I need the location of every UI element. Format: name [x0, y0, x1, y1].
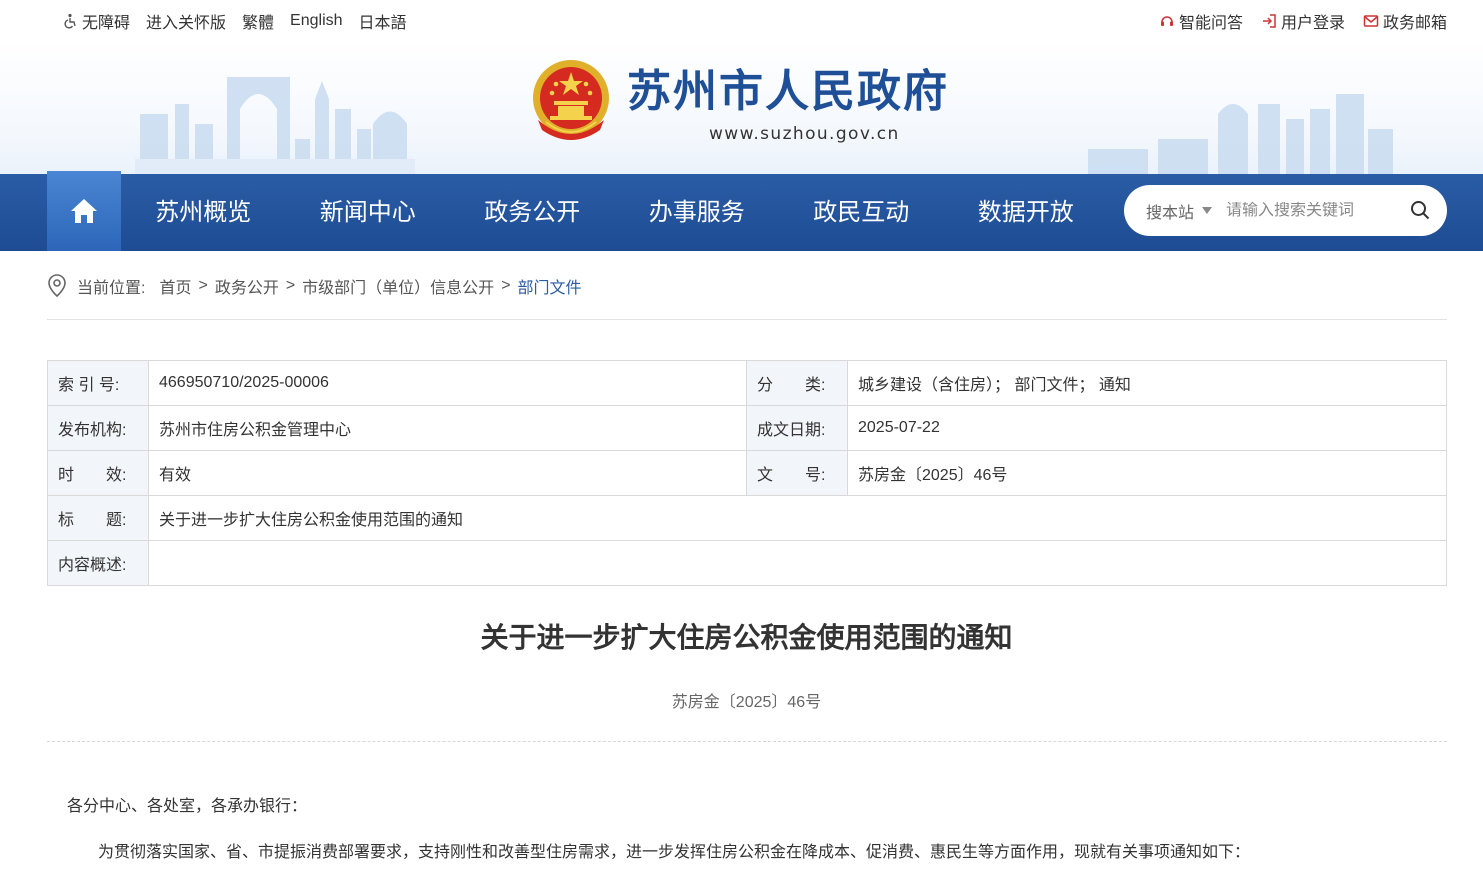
article-divider — [47, 741, 1447, 742]
breadcrumb-dept-docs[interactable]: 部门文件 — [518, 274, 582, 298]
headset-icon — [1160, 16, 1173, 26]
site-title: 苏州市人民政府 — [627, 67, 949, 116]
breadcrumb-home[interactable]: 首页 — [159, 274, 191, 298]
article-salutation: 各分中心、各处室，各承办银行： — [67, 798, 308, 815]
care-mode-label: 进入关怀版 — [146, 15, 227, 32]
article-title: 关于进一步扩大住房公积金使用范围的通知 — [480, 622, 1013, 653]
subject-value: 关于进一步扩大住房公积金使用范围的通知 — [148, 495, 1447, 541]
city-skyline-left — [135, 77, 415, 174]
smart-qa-label: 智能问答 — [1178, 15, 1243, 32]
breadcrumb-dept-info[interactable]: 市级部门（单位）信息公开 — [302, 274, 494, 298]
category-label: 分 类: — [746, 360, 848, 406]
nav-item-news[interactable]: 新闻中心 — [286, 174, 451, 251]
date-value: 2025-07-22 — [847, 405, 1447, 451]
gov-mail-label: 政务邮箱 — [1382, 15, 1447, 32]
japanese-link[interactable]: 日本語 — [359, 9, 407, 33]
traditional-chinese-link[interactable]: 繁體 — [242, 9, 274, 33]
main-nav: 苏州概览 新闻中心 政务公开 办事服务 政民互动 数据开放 搜本站 — [0, 171, 1483, 251]
category-value: 城乡建设（含住房）； 部门文件； 通知 — [847, 360, 1447, 406]
validity-value: 有效 — [148, 450, 747, 496]
nav-menu: 苏州概览 新闻中心 政务公开 办事服务 政民互动 数据开放 — [121, 174, 1108, 251]
article-paragraph: 为贯彻落实国家、省、市提振消费部署要求，支持刚性和改善型住房需求，进一步发挥住房… — [98, 844, 1251, 861]
login-icon — [1262, 14, 1276, 28]
breadcrumb-separator: > — [501, 277, 511, 294]
top-utility-bar: 无障碍 进入关怀版 繁體 English 日本語 智能问答 用户登录 政务邮箱 — [0, 0, 1483, 40]
info-row: 标 题: 关于进一步扩大住房公积金使用范围的通知 — [47, 495, 1447, 541]
date-label: 成文日期: — [746, 405, 848, 451]
nav-item-services[interactable]: 办事服务 — [615, 174, 780, 251]
publisher-value: 苏州市住房公积金管理中心 — [148, 405, 747, 451]
accessibility-label: 无障碍 — [82, 15, 131, 32]
home-button[interactable] — [47, 171, 121, 251]
nav-item-overview[interactable]: 苏州概览 — [121, 174, 286, 251]
breadcrumb-separator: > — [285, 277, 296, 294]
index-label: 索 引 号: — [47, 360, 149, 406]
search-icon[interactable] — [1409, 199, 1431, 221]
location-pin-icon — [48, 274, 66, 298]
search-scope-label: 搜本站 — [1146, 204, 1195, 222]
user-login-link[interactable]: 用户登录 — [1261, 9, 1345, 33]
site-url: www.suzhou.gov.cn — [709, 124, 900, 144]
city-skyline-right — [1088, 94, 1393, 174]
summary-label: 内容概述: — [47, 540, 149, 586]
search-scope-dropdown[interactable]: 搜本站 — [1146, 199, 1213, 223]
info-row: 索 引 号: 466950710/2025-00006 分 类: 城乡建设（含住… — [47, 360, 1447, 406]
care-mode-link[interactable]: 进入关怀版 — [146, 9, 226, 33]
info-row: 内容概述: — [47, 540, 1447, 586]
traditional-chinese-label: 繁體 — [242, 15, 275, 32]
national-emblem-icon — [533, 60, 609, 140]
publisher-label: 发布机构: — [47, 405, 149, 451]
breadcrumb-divider — [47, 319, 1447, 320]
breadcrumb-separator: > — [198, 277, 208, 294]
breadcrumb-label: 当前位置: — [77, 280, 146, 297]
accessibility-link[interactable]: 无障碍 — [62, 9, 130, 33]
article-doc-number: 苏房金〔2025〕46号 — [671, 694, 822, 711]
top-left-links: 无障碍 进入关怀版 繁體 English 日本語 — [62, 9, 407, 33]
docno-label: 文 号: — [746, 450, 848, 496]
subject-label: 标 题: — [47, 495, 149, 541]
japanese-label: 日本語 — [358, 15, 407, 32]
summary-value — [148, 540, 1447, 586]
breadcrumb: 当前位置: 首页 > 政务公开 > 市级部门（单位）信息公开 > 部门文件 — [47, 274, 582, 298]
info-row: 时 效: 有效 文 号: 苏房金〔2025〕46号 — [47, 450, 1447, 496]
nav-item-open-data[interactable]: 数据开放 — [944, 174, 1109, 251]
english-link[interactable]: English — [290, 9, 342, 33]
wheelchair-icon — [64, 13, 76, 29]
smart-qa-link[interactable]: 智能问答 — [1159, 9, 1243, 33]
mail-icon — [1363, 15, 1379, 27]
home-icon — [71, 199, 97, 223]
validity-label: 时 效: — [47, 450, 149, 496]
site-banner: 苏州市人民政府 www.suzhou.gov.cn — [0, 40, 1483, 174]
chevron-down-icon — [1202, 207, 1213, 214]
info-row: 发布机构: 苏州市住房公积金管理中心 成文日期: 2025-07-22 — [47, 405, 1447, 451]
document-info-table: 索 引 号: 466950710/2025-00006 分 类: 城乡建设（含住… — [47, 360, 1447, 586]
breadcrumb-gov-affairs[interactable]: 政务公开 — [215, 274, 279, 298]
search-input[interactable] — [1226, 201, 1397, 220]
nav-item-interaction[interactable]: 政民互动 — [779, 174, 944, 251]
search-box: 搜本站 — [1124, 185, 1447, 236]
gov-mail-link[interactable]: 政务邮箱 — [1363, 9, 1447, 33]
top-right-links: 智能问答 用户登录 政务邮箱 — [1159, 9, 1447, 33]
nav-item-gov-affairs[interactable]: 政务公开 — [450, 174, 615, 251]
english-label: English — [290, 12, 343, 29]
docno-value: 苏房金〔2025〕46号 — [847, 450, 1447, 496]
user-login-label: 用户登录 — [1280, 15, 1345, 32]
index-value: 466950710/2025-00006 — [148, 360, 747, 406]
